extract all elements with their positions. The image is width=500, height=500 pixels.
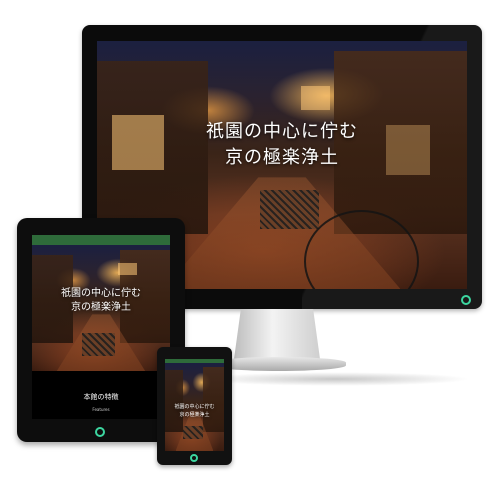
phone-hero-image: 祇園の中心に佇む 京の極楽浄土 bbox=[165, 363, 224, 451]
tablet-screen: 祇園の中心に佇む 京の極楽浄土 本館の特徴 Features bbox=[32, 235, 170, 419]
tablet-header-bar bbox=[32, 235, 170, 245]
tablet-hero-line-2: 京の極楽浄土 bbox=[71, 302, 131, 313]
monitor-base bbox=[212, 357, 346, 371]
power-icon[interactable] bbox=[461, 295, 471, 305]
tablet-hero-image: 祇園の中心に佇む 京の極楽浄土 bbox=[32, 245, 170, 371]
power-icon[interactable] bbox=[95, 427, 105, 437]
features-subtitle: Features bbox=[92, 407, 110, 412]
tablet-hero-headline: 祇園の中心に佇む 京の極楽浄土 bbox=[32, 287, 170, 315]
features-title: 本館の特徴 bbox=[83, 393, 119, 401]
phone-hero-line-1: 祇園の中心に佇む bbox=[174, 404, 215, 410]
hero-line-1: 祇園の中心に佇む bbox=[206, 121, 358, 142]
hero-headline: 祇園の中心に佇む 京の極楽浄土 bbox=[97, 119, 467, 171]
phone-screen: 祇園の中心に佇む 京の極楽浄土 bbox=[165, 359, 224, 451]
desktop-shadow bbox=[200, 372, 470, 386]
tablet-hero-line-1: 祇園の中心に佇む bbox=[61, 288, 141, 299]
phone-device: 祇園の中心に佇む 京の極楽浄土 bbox=[157, 347, 232, 465]
power-icon[interactable] bbox=[190, 454, 198, 462]
monitor-neck bbox=[234, 309, 320, 359]
phone-hero-line-2: 京の極楽浄土 bbox=[179, 412, 210, 418]
phone-hero-headline: 祇園の中心に佇む 京の極楽浄土 bbox=[165, 403, 224, 419]
hero-line-2: 京の極楽浄土 bbox=[225, 147, 339, 168]
